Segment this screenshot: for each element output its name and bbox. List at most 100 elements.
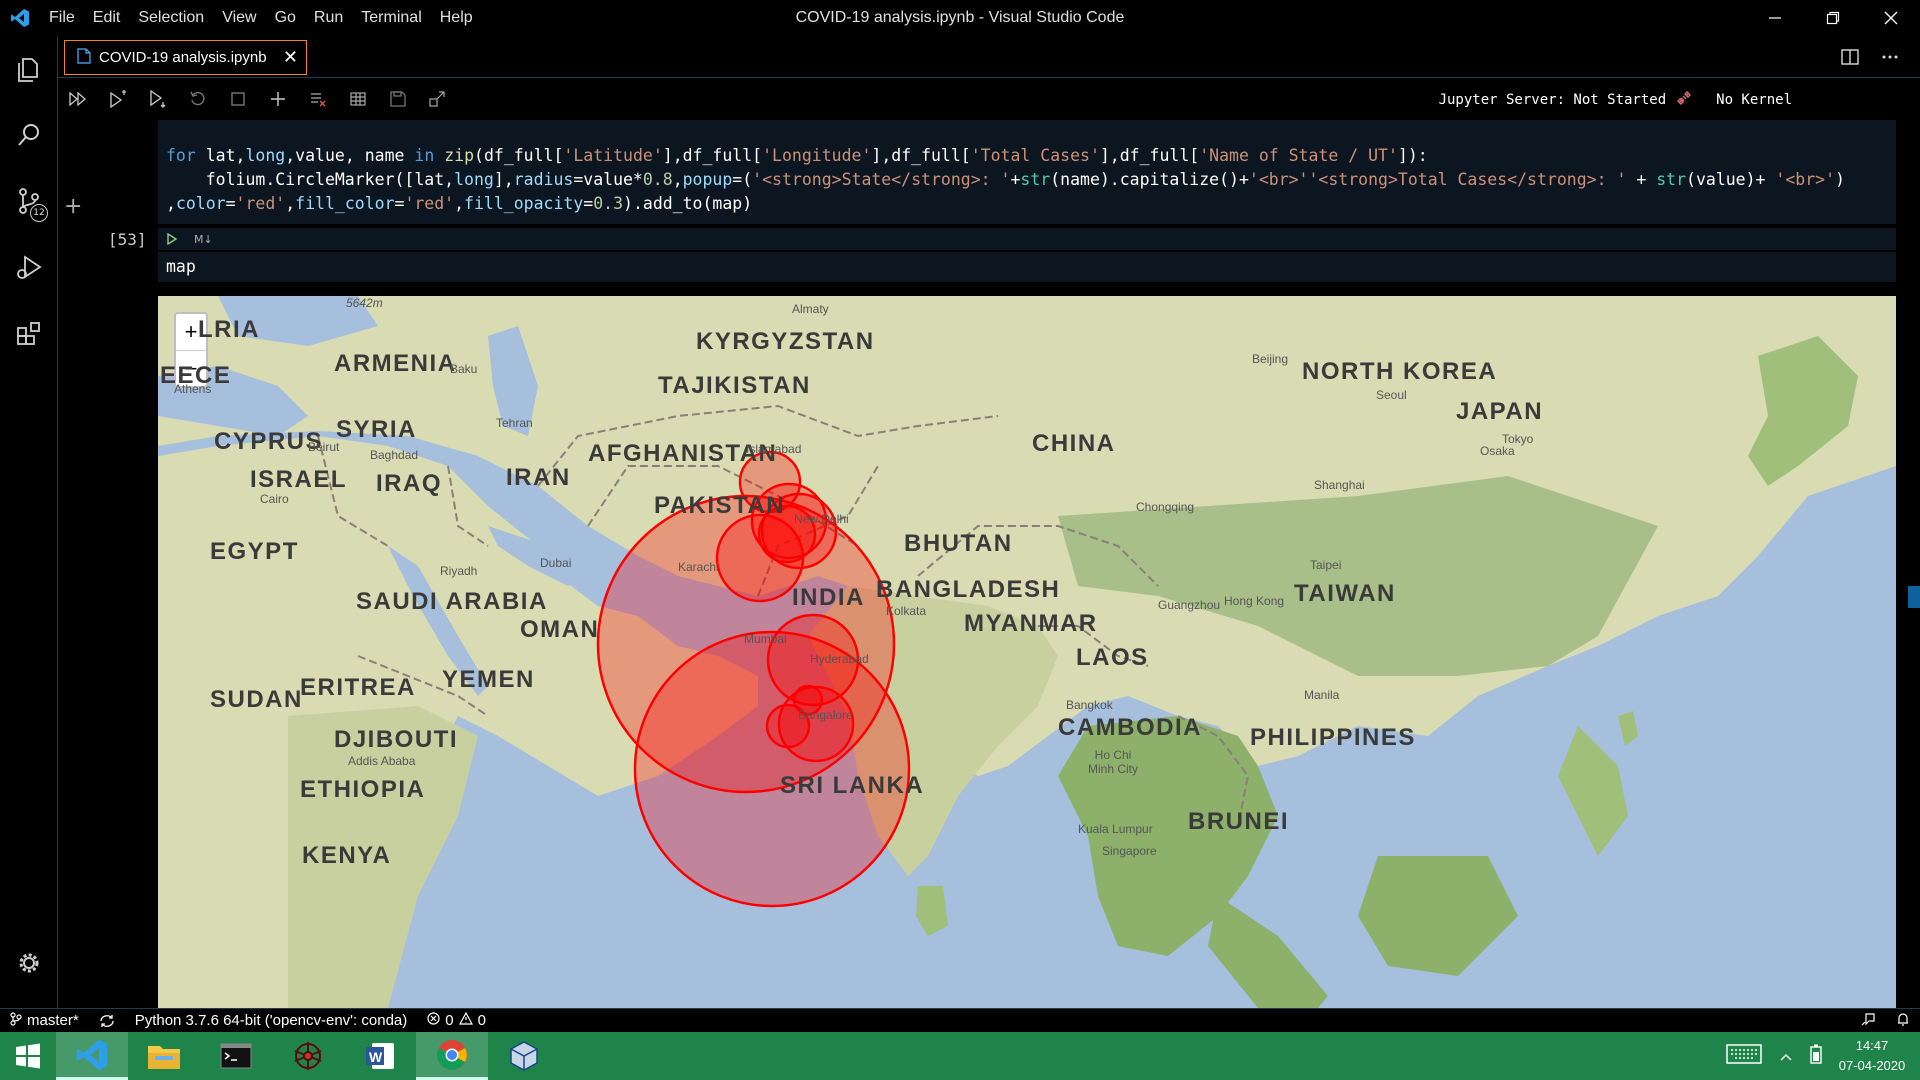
menu-terminal[interactable]: Terminal [352, 9, 430, 27]
run-cell-icon[interactable] [166, 230, 178, 249]
branch-indicator[interactable]: master* [0, 1011, 89, 1030]
map-city-label: Beirut [308, 440, 340, 454]
map-label: KENYA [302, 842, 392, 869]
extensions-icon[interactable] [0, 300, 58, 366]
battery-icon[interactable] [1810, 1044, 1822, 1068]
map-city-label: Chongqing [1136, 500, 1195, 514]
clock-time: 14:47 [1855, 1038, 1889, 1053]
windows-start-icon[interactable] [0, 1032, 56, 1080]
map-label: BHUTAN [904, 530, 1013, 557]
map-label: KYRGYZSTAN [696, 328, 875, 355]
map-city-label: Baku [450, 362, 478, 376]
taskbar-terminal-icon[interactable] [200, 1032, 272, 1080]
map-base-layer [158, 296, 1896, 1008]
kernel-status[interactable]: No Kernel [1716, 92, 1792, 108]
system-clock[interactable]: 14:47 07-04-2020 [1832, 1036, 1912, 1076]
feedback-icon[interactable] [1860, 1011, 1876, 1031]
clock-date: 07-04-2020 [1838, 1058, 1906, 1073]
keyboard-icon[interactable] [1726, 1044, 1762, 1068]
overview-ruler-marker[interactable] [1908, 586, 1920, 608]
code-line-map: map [166, 257, 196, 276]
menu-selection[interactable]: Selection [129, 9, 213, 27]
map-label: CHINA [1032, 430, 1116, 457]
explorer-icon[interactable] [0, 36, 58, 102]
run-cells-above-icon[interactable] [98, 84, 138, 114]
run-debug-icon[interactable] [0, 234, 58, 300]
map-label: TAJIKISTAN [658, 372, 811, 399]
run-cells-below-icon[interactable] [138, 84, 178, 114]
close-tab-button[interactable]: ✕ [283, 47, 298, 68]
error-count: 0 [445, 1012, 454, 1029]
map-city-label: Islamabad [746, 442, 802, 456]
map-label: PAKISTAN [654, 492, 786, 519]
save-icon[interactable] [378, 84, 418, 114]
taskbar-virtualbox-icon[interactable] [488, 1032, 560, 1080]
folium-map-output[interactable]: + − LRIA ARMENIA EECE CYPRUS SYRIA ISRAE… [158, 296, 1896, 1008]
notifications-bell-icon[interactable] [1896, 1011, 1910, 1031]
taskbar-vscode-icon[interactable] [56, 1032, 128, 1080]
export-icon[interactable] [418, 84, 458, 114]
map-label: OMAN [520, 616, 600, 643]
map-label: ERITREA [300, 674, 416, 701]
settings-gear-icon[interactable] [0, 930, 58, 996]
variables-icon[interactable] [338, 84, 378, 114]
menu-go[interactable]: Go [266, 9, 305, 27]
tray-expand-icon[interactable] [1780, 1047, 1792, 1066]
menu-edit[interactable]: Edit [84, 9, 130, 27]
sync-icon[interactable] [89, 1014, 125, 1028]
restart-kernel-icon[interactable] [178, 84, 218, 114]
map-city-label: Manila [1304, 688, 1340, 702]
more-actions-icon[interactable] [1870, 42, 1910, 72]
add-cell-gutter-icon[interactable]: + [64, 194, 82, 219]
add-cell-icon[interactable] [258, 84, 298, 114]
map-label: ARMENIA [334, 350, 457, 377]
map-label: SAUDI ARABIA [356, 588, 548, 615]
close-window-button[interactable] [1862, 0, 1920, 36]
jupyter-server-status[interactable]: Jupyter Server: Not Started [1439, 92, 1667, 108]
map-city-label: Almaty [792, 302, 829, 316]
map-label: BRUNEI [1188, 808, 1290, 835]
menu-file[interactable]: File [40, 9, 84, 27]
status-bar: master* Python 3.7.6 64-bit ('opencv-env… [0, 1008, 1920, 1032]
map-city-label: Ho Chi Minh City [1088, 748, 1139, 776]
source-control-icon[interactable]: 12 [0, 168, 58, 234]
menu-view[interactable]: View [213, 9, 265, 27]
clear-outputs-icon[interactable] [298, 84, 338, 114]
land-sumatra [1208, 896, 1328, 1008]
taskbar-word-icon[interactable]: W [344, 1032, 416, 1080]
split-editor-icon[interactable] [1830, 42, 1870, 72]
problems-indicator[interactable]: 0 0 [417, 1011, 496, 1029]
interrupt-kernel-icon[interactable] [218, 84, 258, 114]
run-all-cells-icon[interactable] [58, 84, 98, 114]
branch-name: master* [27, 1012, 79, 1029]
map-label: BANGLADESH [876, 576, 1061, 603]
code-cell-1[interactable]: for lat,long,value, name in zip(df_full[… [158, 120, 1896, 224]
map-city-label: Cairo [260, 492, 289, 506]
python-interpreter[interactable]: Python 3.7.6 64-bit ('opencv-env': conda… [125, 1012, 418, 1029]
map-city-label: Dubai [540, 556, 572, 570]
restore-button[interactable] [1804, 0, 1862, 36]
taskbar-file-explorer-icon[interactable] [128, 1032, 200, 1080]
map-city-label: Seoul [1376, 388, 1407, 402]
map-label: TAIWAN [1294, 580, 1396, 607]
cell-2-toolbar: M↓ [158, 228, 1896, 250]
kernel-info: Jupyter Server: Not Started No Kernel [1439, 90, 1792, 110]
taskbar-app-web-icon[interactable] [272, 1032, 344, 1080]
tab-covid-notebook[interactable]: COVID-19 analysis.ipynb ✕ [64, 40, 307, 75]
system-tray [1726, 1044, 1822, 1068]
menu-help[interactable]: Help [431, 9, 482, 27]
map-city-label: Singapore [1102, 844, 1157, 858]
markdown-toggle[interactable]: M↓ [194, 233, 213, 246]
notebook-editor: + for lat,long,value, name in zip(df_ful… [58, 118, 1920, 1008]
map-city-label: New Delhi [794, 512, 849, 526]
map-city-label: Shanghai [1314, 478, 1365, 492]
search-icon[interactable] [0, 102, 58, 168]
code-cell-2[interactable]: map [158, 252, 1896, 282]
menu-run[interactable]: Run [305, 9, 352, 27]
minimize-button[interactable] [1746, 0, 1804, 36]
map-label: SYRIA [336, 416, 417, 443]
window-controls [1746, 0, 1920, 36]
vscode-logo-icon [0, 0, 40, 36]
taskbar-chrome-icon[interactable] [416, 1032, 488, 1080]
server-connection-icon[interactable] [1676, 90, 1692, 110]
